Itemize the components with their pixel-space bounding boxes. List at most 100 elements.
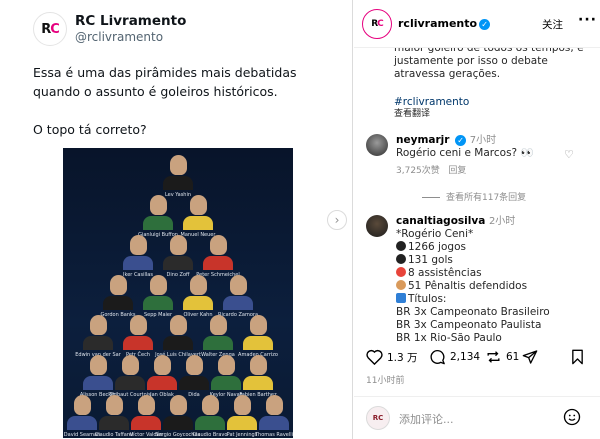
goalkeeper-portrait (169, 235, 187, 255)
goalkeeper-portrait (265, 395, 283, 415)
goalkeeper-name: Claudio Bravo (192, 432, 228, 438)
goalkeeper-card: Claudio Bravo (192, 392, 228, 438)
comment-line-text: 1266 jogos (408, 241, 466, 253)
more-options-icon[interactable]: ··· (578, 12, 597, 28)
goalkeeper-kit (203, 336, 233, 350)
goalkeeper-pyramid-image[interactable]: Lev Yashin Gianluigi Buffon Manuel Neuer Ik… (63, 148, 293, 438)
add-comment-input[interactable]: 添加评论... (399, 411, 454, 427)
comment-line-text: 8 assistências (408, 267, 482, 279)
goalkeeper-portrait (185, 355, 203, 375)
tweet-avatar[interactable]: RC (33, 12, 67, 46)
goalkeeper-portrait (233, 395, 251, 415)
goalkeeper-portrait (201, 395, 219, 415)
comment-line: BR 1x Rio-São Paulo (396, 332, 502, 344)
goalkeeper-portrait (149, 195, 167, 215)
like-action[interactable]: 1.3 万 (366, 349, 418, 365)
comment-username[interactable]: neymarjr ✓ 7小时 (396, 134, 496, 147)
goalkeeper-kit (203, 256, 233, 270)
goalkeeper-portrait (129, 235, 147, 255)
comment-meta: 3,725次赞 回复 (396, 165, 466, 178)
goalkeeper-kit (163, 176, 193, 190)
goalkeeper-kit (243, 336, 273, 350)
emoji-icon[interactable] (563, 408, 581, 426)
profile-username[interactable]: rclivramento ✓ (398, 17, 491, 30)
verified-badge-icon: ✓ (455, 134, 467, 146)
comments-scroll-area[interactable]: maior goleiro de todos os tempos, e just… (354, 48, 600, 346)
save-action[interactable] (570, 349, 589, 365)
goalkeeper-kit (179, 376, 209, 390)
reply-button[interactable]: 回复 (448, 166, 466, 176)
repost-icon[interactable] (485, 349, 502, 365)
commenter-avatar[interactable] (366, 215, 388, 237)
commenter-avatar[interactable] (366, 134, 388, 156)
soccer-ball-icon (396, 241, 406, 251)
goalkeeper-portrait (129, 315, 147, 335)
goalkeeper-portrait (189, 275, 207, 295)
goalkeeper-portrait (73, 395, 91, 415)
comment-text: Rogério ceni e Marcos? 👀 (396, 147, 534, 159)
tweet-author: RC Livramento @rclivramento (75, 13, 186, 45)
tweet-header: RC RC Livramento @rclivramento (33, 12, 186, 46)
tweet-paragraph-1: Essa é uma das pirâmides mais debatidas … (33, 65, 297, 99)
goalkeeper-portrait (229, 275, 247, 295)
tweet-display-name[interactable]: RC Livramento (75, 13, 186, 29)
comment-username-text: neymarjr (396, 134, 450, 146)
comment-line: 1266 jogos (396, 241, 466, 254)
avatar-letter-r: R (41, 21, 51, 37)
tweet-text: Essa é uma das pirâmides mais debatidas … (33, 63, 333, 158)
goalkeeper-card: Claudio Taffarel (95, 392, 133, 438)
comment-line: *Rogério Ceni* (396, 228, 474, 240)
goalkeeper-portrait (209, 235, 227, 255)
comment-heart-icon[interactable]: ♡ (564, 148, 574, 161)
chevron-right-icon[interactable]: › (327, 210, 347, 230)
goalkeeper-kit (243, 376, 273, 390)
goalkeeper-kit (83, 336, 113, 350)
comment-line: 8 assistências (396, 267, 482, 280)
send-icon[interactable] (522, 349, 538, 365)
goalkeeper-kit (83, 376, 113, 390)
comment-icon[interactable] (429, 349, 446, 365)
comment-line: BR 3x Campeonato Paulista (396, 319, 542, 331)
shares-count[interactable]: 61 (506, 351, 519, 363)
goalkeeper-portrait (105, 395, 123, 415)
glove-icon (396, 280, 406, 290)
post-time[interactable]: 11小时前 (366, 373, 404, 386)
tweet-handle[interactable]: @rclivramento (75, 29, 186, 45)
goalkeeper-kit (183, 296, 213, 310)
avatar-letter-c: C (50, 21, 59, 37)
bookmark-icon[interactable] (570, 349, 585, 365)
avatar-letter-c: C (377, 18, 384, 29)
goalkeeper-kit (227, 416, 257, 430)
likes-count[interactable]: 1.3 万 (387, 350, 418, 365)
goalkeeper-kit (223, 296, 253, 310)
goalkeeper-portrait (217, 355, 235, 375)
heart-icon[interactable] (366, 349, 383, 365)
goalkeeper-kit (163, 336, 193, 350)
goalkeeper-portrait (209, 315, 227, 335)
target-icon (396, 267, 406, 277)
goalkeeper-kit (123, 256, 153, 270)
comment-time: 2小时 (488, 216, 516, 227)
comment-line: 51 Pênaltis defendidos (396, 280, 527, 293)
repost-action[interactable]: 61 (485, 349, 519, 365)
comment-username[interactable]: canaltiagosilva 2小时 (396, 215, 515, 228)
goalkeeper-portrait (249, 315, 267, 335)
goalkeeper-kit (183, 216, 213, 230)
follow-button[interactable]: 关注 (542, 17, 563, 32)
goalkeeper-portrait (109, 275, 127, 295)
profile-avatar[interactable]: RC (362, 8, 392, 39)
goalkeeper-card: David Seaman (64, 392, 100, 438)
add-comment-row: RC 添加评论... (354, 396, 600, 439)
view-all-replies[interactable]: 查看所有117条回复 (422, 192, 526, 205)
goalkeeper-portrait (153, 355, 171, 375)
verified-badge-icon: ✓ (479, 18, 491, 30)
comment-line-text: 131 gols (408, 254, 453, 266)
current-user-avatar[interactable]: RC (366, 406, 390, 430)
share-action[interactable] (522, 349, 542, 365)
goalkeeper-portrait (149, 275, 167, 295)
comment-likes[interactable]: 3,725次赞 (396, 166, 440, 176)
see-translation-link[interactable]: 查看翻译 (394, 108, 430, 121)
comment-action[interactable]: 2,134 (429, 349, 480, 365)
post-caption: maior goleiro de todos os tempos, e just… (394, 48, 584, 80)
comments-count[interactable]: 2,134 (450, 351, 480, 363)
